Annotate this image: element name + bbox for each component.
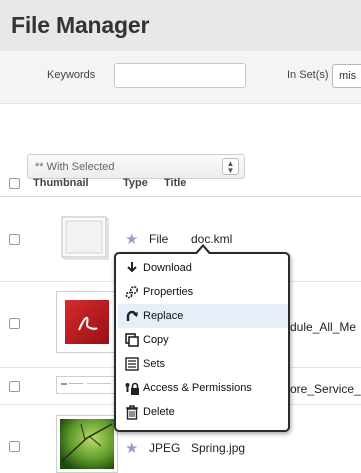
- row-checkbox[interactable]: [9, 381, 20, 392]
- row-type: File: [149, 232, 169, 246]
- row-checkbox[interactable]: [9, 234, 20, 245]
- document-icon[interactable]: [58, 207, 116, 269]
- in-sets-select[interactable]: mis: [332, 64, 361, 88]
- column-header-title[interactable]: Title: [164, 177, 186, 189]
- trash-icon: [126, 405, 138, 420]
- menu-caret-fill: [197, 247, 209, 254]
- select-all-checkbox[interactable]: [9, 178, 20, 189]
- menu-item-copy[interactable]: Copy: [118, 328, 288, 352]
- menu-item-sets[interactable]: Sets: [118, 352, 288, 376]
- row-title[interactable]: Spring.jpg: [191, 441, 245, 455]
- spring-photo-thumbnail[interactable]: [56, 415, 118, 473]
- pdf-thumbnail[interactable]: [56, 291, 118, 353]
- download-icon: [127, 262, 137, 273]
- menu-item-replace[interactable]: Replace: [118, 304, 288, 328]
- document-strip-thumbnail[interactable]: [56, 376, 118, 394]
- row-checkbox[interactable]: [9, 441, 20, 452]
- menu-item-access-permissions[interactable]: Access & Permissions: [118, 376, 288, 400]
- star-icon[interactable]: ★: [125, 230, 138, 248]
- page-header: File Manager: [0, 0, 361, 51]
- menu-item-properties[interactable]: Properties: [118, 280, 288, 304]
- replace-icon: [126, 310, 138, 321]
- table-header: Thumbnail Type Title: [0, 169, 361, 197]
- column-header-thumbnail[interactable]: Thumbnail: [33, 177, 89, 189]
- lock-icon: [125, 382, 139, 395]
- row-title[interactable]: dule_All_Me: [290, 320, 356, 334]
- in-sets-label: In Set(s): [287, 69, 329, 81]
- menu-item-delete[interactable]: Delete: [118, 400, 288, 424]
- copy-icon: [125, 333, 139, 347]
- column-header-type[interactable]: Type: [123, 177, 148, 189]
- keywords-input[interactable]: [114, 63, 246, 88]
- row-type: JPEG: [149, 441, 181, 455]
- row-title[interactable]: ore_Service_: [290, 382, 361, 396]
- list-icon: [125, 357, 139, 371]
- filter-bar: Keywords In Set(s) mis: [0, 51, 361, 104]
- context-menu: Download Properties Replace Copy Sets Ac…: [114, 252, 290, 432]
- gears-icon: [125, 285, 139, 299]
- menu-item-download[interactable]: Download: [118, 256, 288, 280]
- page-title: File Manager: [11, 12, 150, 38]
- row-checkbox[interactable]: [9, 318, 20, 329]
- keywords-label: Keywords: [47, 69, 96, 81]
- star-icon[interactable]: ★: [125, 439, 138, 457]
